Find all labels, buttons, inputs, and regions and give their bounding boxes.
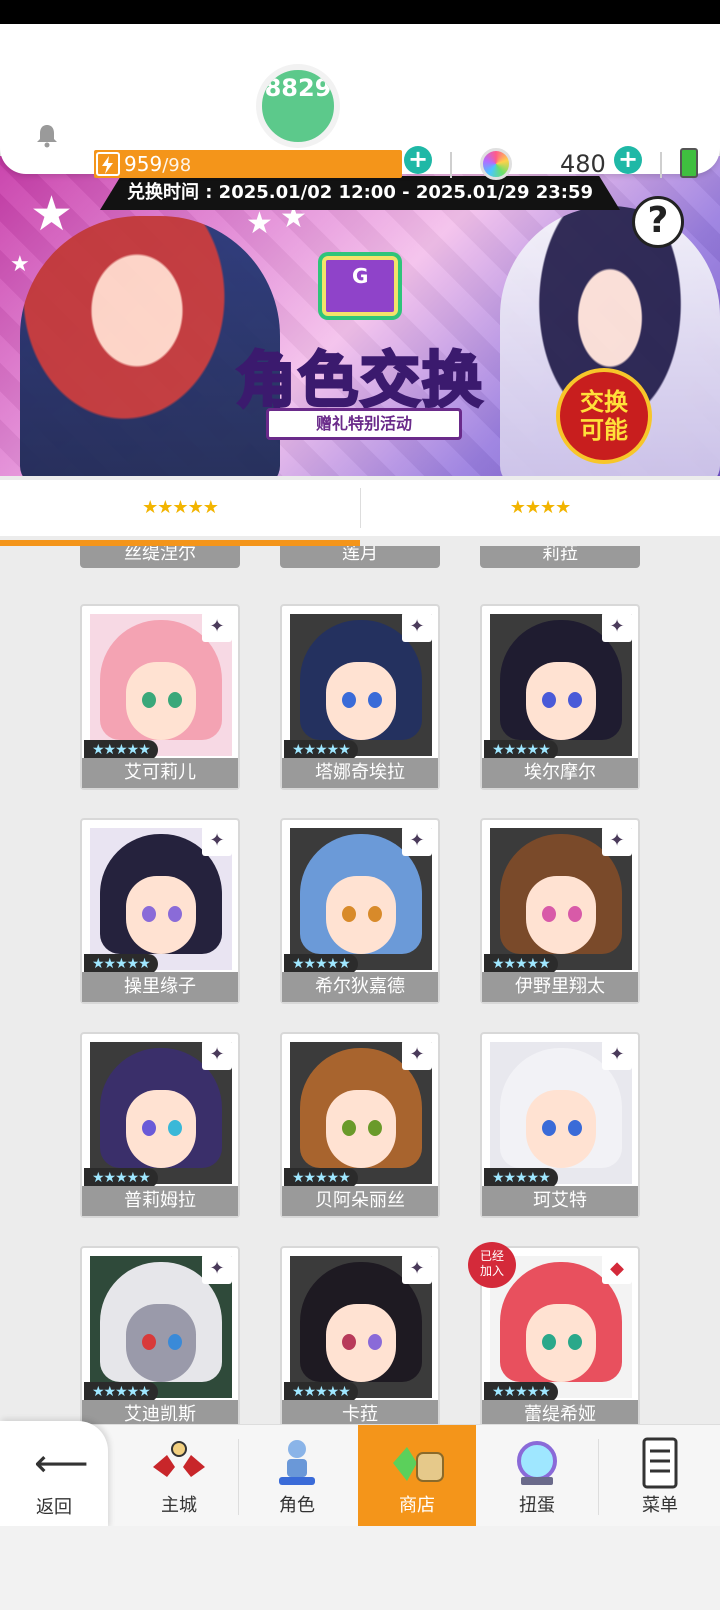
character-name: 希尔狄嘉德 xyxy=(282,972,438,1002)
diamond-icon: ◆ xyxy=(602,1254,632,1284)
level-bubble[interactable]: 8829 xyxy=(256,64,340,148)
tab-four-star[interactable]: ★★★★ xyxy=(360,480,720,536)
gacha-orb-icon xyxy=(517,1441,557,1485)
gem-count: 480 xyxy=(560,150,606,178)
sparkle-icon: ✦ xyxy=(402,826,432,856)
star-rating: ★★★★★ xyxy=(284,1168,358,1188)
rarity-tabs: ★★★★★ ★★★★ xyxy=(0,480,720,536)
status-bar xyxy=(0,0,720,24)
character-figure-icon xyxy=(279,1440,315,1485)
character-card[interactable]: ✦ ★★★★★ 希尔狄嘉德 xyxy=(280,818,440,1004)
character-name: 蕾缇希娅 xyxy=(482,1400,638,1426)
character-name: 艾可莉儿 xyxy=(82,758,238,788)
nav-item-main-city[interactable]: 主城 xyxy=(120,1425,238,1527)
menu-list-icon xyxy=(642,1437,678,1489)
character-name: 塔娜奇埃拉 xyxy=(282,758,438,788)
sparkle-icon: ✦ xyxy=(602,1040,632,1070)
sparkle-icon: ✦ xyxy=(202,612,232,642)
star-rating: ★★★★★ xyxy=(84,740,158,760)
character-card[interactable]: ✦ ★★★★★ 操里缘子 xyxy=(80,818,240,1004)
event-title: 角色交换 xyxy=(235,345,484,418)
sparkle-icon: ✦ xyxy=(402,1254,432,1284)
nav-item-menu[interactable]: 菜单 xyxy=(600,1425,720,1527)
star-icon: ★ xyxy=(30,186,74,242)
sparkle-icon: ✦ xyxy=(202,1040,232,1070)
star-icon: ★ xyxy=(246,206,273,241)
back-button[interactable]: ⟵ 返回 xyxy=(0,1421,108,1529)
card-name-partial[interactable]: 莲月 xyxy=(280,546,440,568)
nav-item-shop[interactable]: 商店 xyxy=(358,1425,476,1527)
back-arrow-icon: ⟵ xyxy=(34,1441,89,1485)
nav-item-gacha[interactable]: 扭蛋 xyxy=(478,1425,596,1527)
character-name: 普莉姆拉 xyxy=(82,1186,238,1216)
joined-badge: 已经加入 xyxy=(468,1242,516,1288)
character-card[interactable]: ✦ ★★★★★ 塔娜奇埃拉 xyxy=(280,604,440,790)
energy-current: 959 xyxy=(124,152,163,176)
star-rating: ★★★★★ xyxy=(84,1382,158,1402)
sparkle-icon: ✦ xyxy=(602,612,632,642)
divider xyxy=(598,1439,599,1515)
star-rating: ★★★★★ xyxy=(284,954,358,974)
character-card[interactable]: ✦ ★★★★★ 贝阿朵丽丝 xyxy=(280,1032,440,1218)
character-name: 艾迪凯斯 xyxy=(82,1400,238,1426)
card-name-partial[interactable]: 莉菈 xyxy=(480,546,640,568)
energy-bar: 959/98 xyxy=(94,150,402,178)
character-name: 珂艾特 xyxy=(482,1186,638,1216)
character-card[interactable]: ✦ ★★★★★ 珂艾特 xyxy=(480,1032,640,1218)
star-rating: ★★★★★ xyxy=(84,954,158,974)
event-subtitle: 赠礼特别活动 xyxy=(266,408,462,440)
character-name: 操里缘子 xyxy=(82,972,238,1002)
nav-item-characters[interactable]: 角色 xyxy=(238,1425,356,1527)
star-rating: ★★★★★ xyxy=(484,954,558,974)
character-name: 伊野里翔太 xyxy=(482,972,638,1002)
tab-five-star[interactable]: ★★★★★ xyxy=(0,480,360,536)
sparkle-icon: ✦ xyxy=(202,1254,232,1284)
back-label: 返回 xyxy=(36,1497,72,1518)
sparkle-icon: ✦ xyxy=(402,612,432,642)
gem-icon xyxy=(480,148,512,180)
star-rating: ★★★★★ xyxy=(284,740,358,760)
character-card[interactable]: ✦ ★★★★★ 卡菈 xyxy=(280,1246,440,1426)
character-grid: 丝缇涅尔 莲月 莉菈 ✦ ★★★★★ 艾可莉儿 ✦ ★★★★★ 塔娜奇埃拉 ✦ … xyxy=(0,546,720,1426)
character-card[interactable]: 已经加入 ◆ ★★★★★ 蕾缇希娅 xyxy=(468,1242,640,1426)
character-name: 埃尔摩尔 xyxy=(482,758,638,788)
character-name: 贝阿朵丽丝 xyxy=(282,1186,438,1216)
gift-envelope-icon xyxy=(322,256,398,316)
character-card[interactable]: ✦ ★★★★★ 埃尔摩尔 xyxy=(480,604,640,790)
star-rating: ★★★★★ xyxy=(284,1382,358,1402)
character-card[interactable]: ✦ ★★★★★ 普莉姆拉 xyxy=(80,1032,240,1218)
divider xyxy=(660,152,662,178)
card-name-partial[interactable]: 丝缇涅尔 xyxy=(80,546,240,568)
bottom-navigation: ⟵ 返回 主城 角色 商店 扭蛋 菜单 xyxy=(0,1421,720,1529)
star-rating: ★★★★★ xyxy=(84,1168,158,1188)
shop-bag-icon xyxy=(393,1447,444,1482)
add-energy-button[interactable]: + xyxy=(404,146,432,174)
character-card[interactable]: ✦ ★★★★★ 伊野里翔太 xyxy=(480,818,640,1004)
divider xyxy=(450,152,452,178)
add-gem-button[interactable]: + xyxy=(614,146,642,174)
exchange-available-badge: 交换可能 xyxy=(556,368,652,464)
sparkle-icon: ✦ xyxy=(602,826,632,856)
event-banner: ★ ★ ★ ★ 兑换时间 : 2025.01/02 12:00 - 2025.0… xyxy=(0,156,720,476)
energy-max: /98 xyxy=(162,155,192,176)
castle-icon xyxy=(153,1441,205,1477)
star-rating: ★★★★★ xyxy=(484,1168,558,1188)
bolt-icon xyxy=(96,152,120,176)
character-name: 卡菈 xyxy=(282,1400,438,1426)
sparkle-icon: ✦ xyxy=(402,1040,432,1070)
character-card[interactable]: ✦ ★★★★★ 艾迪凯斯 xyxy=(80,1246,240,1426)
sparkle-icon: ✦ xyxy=(202,826,232,856)
system-nav-area xyxy=(0,1526,720,1610)
star-rating: ★★★★★ xyxy=(484,1382,558,1402)
help-button[interactable]: ? xyxy=(632,196,684,248)
top-resource-bar: 8829 959/98 + 480 + xyxy=(0,24,720,180)
star-rating: ★★★★★ xyxy=(484,740,558,760)
character-card[interactable]: ✦ ★★★★★ 艾可莉儿 xyxy=(80,604,240,790)
bell-icon[interactable] xyxy=(34,122,60,148)
exchange-time: 兑换时间 : 2025.01/02 12:00 - 2025.01/29 23:… xyxy=(100,176,620,210)
battery-icon xyxy=(680,148,698,178)
star-icon: ★ xyxy=(10,252,30,277)
